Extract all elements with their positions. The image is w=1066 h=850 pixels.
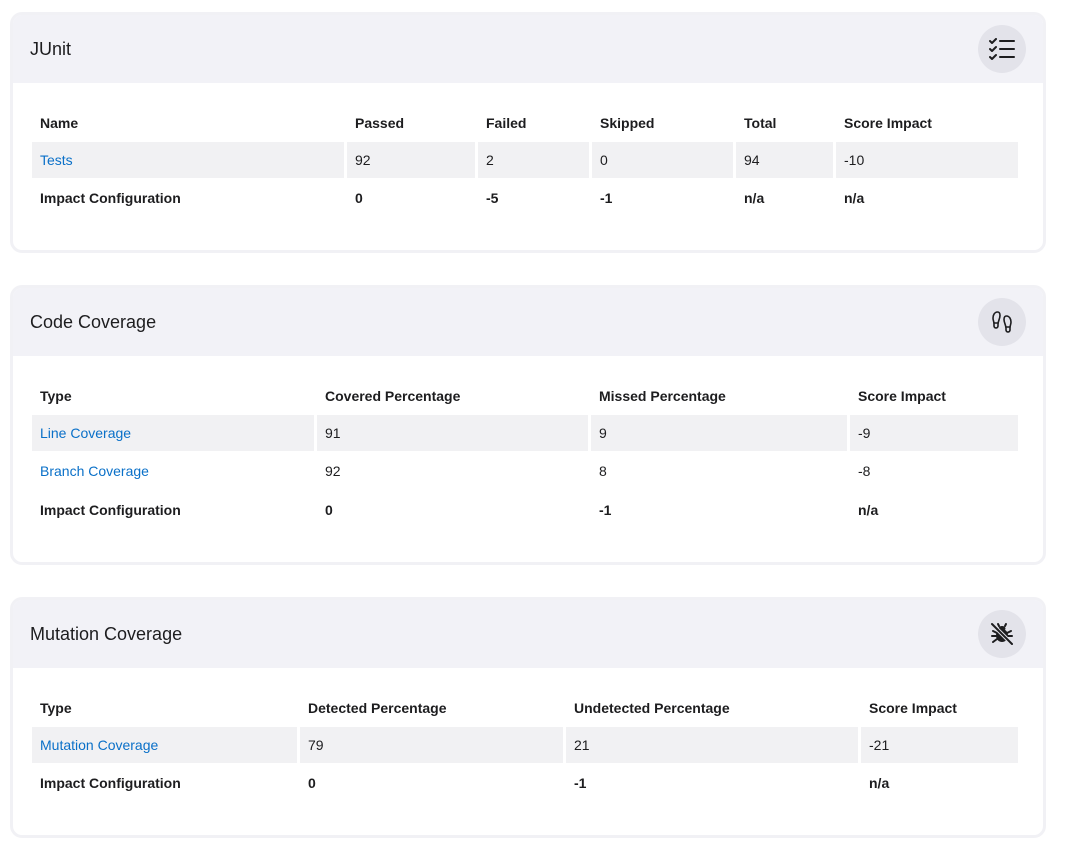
column-header: Total	[744, 114, 777, 131]
table-cell: 21	[566, 727, 858, 763]
table-cell: 8	[599, 462, 607, 479]
table-cell: Impact Configuration	[40, 501, 181, 518]
table-cell: 94	[736, 142, 833, 178]
table-cell: 92	[347, 142, 475, 178]
branch-coverage-link[interactable]: Branch Coverage	[32, 451, 314, 490]
code-coverage-card-header: Code Coverage	[13, 288, 1043, 356]
table-cell: -5	[486, 189, 499, 206]
code-coverage-title: Code Coverage	[30, 311, 157, 332]
table-cell: 0	[308, 774, 316, 791]
junit-card: JUnit Name Passed Failed Skipped Total S…	[10, 12, 1046, 253]
mutation-coverage-card: Mutation Coverage Type Detected Percenta…	[10, 597, 1046, 838]
mutation-coverage-table: Type Detected Percentage Undetected Perc…	[29, 688, 1021, 802]
table-cell: -8	[858, 462, 871, 479]
table-cell: -9	[850, 415, 1018, 451]
footprints-icon[interactable]	[978, 298, 1026, 346]
junit-title: JUnit	[30, 38, 72, 59]
impact-configuration-row: Impact Configuration 0 -1 n/a	[32, 490, 1018, 529]
table-cell: 0	[355, 189, 363, 206]
column-header: Detected Percentage	[308, 699, 447, 716]
junit-card-header: JUnit	[13, 15, 1043, 83]
table-cell: 0	[592, 142, 733, 178]
column-header: Undetected Percentage	[574, 699, 730, 716]
impact-configuration-row: Impact Configuration 0 -5 -1 n/a n/a	[32, 178, 1018, 217]
column-header: Failed	[486, 114, 527, 131]
column-header: Score Impact	[844, 114, 932, 131]
mutation-coverage-title: Mutation Coverage	[30, 623, 183, 644]
column-header: Missed Percentage	[599, 387, 726, 404]
table-cell: n/a	[869, 774, 890, 791]
impact-configuration-row: Impact Configuration 0 -1 n/a	[32, 763, 1018, 802]
table-header-row: Type Detected Percentage Undetected Perc…	[32, 688, 1018, 727]
code-coverage-table: Type Covered Percentage Missed Percentag…	[29, 376, 1021, 529]
checklist-icon[interactable]	[978, 25, 1026, 73]
junit-table: Name Passed Failed Skipped Total Score I…	[29, 103, 1021, 217]
table-row: Branch Coverage 92 8 -8	[32, 451, 1018, 490]
table-cell: -1	[574, 774, 587, 791]
tests-link[interactable]: Tests	[32, 142, 344, 178]
code-coverage-card: Code Coverage Type Covered Percentage Mi…	[10, 285, 1046, 565]
table-cell: 91	[317, 415, 588, 451]
column-header: Skipped	[600, 114, 655, 131]
column-header: Score Impact	[869, 699, 957, 716]
table-cell: Impact Configuration	[40, 774, 181, 791]
table-cell: 0	[325, 501, 333, 518]
column-header: Score Impact	[858, 387, 946, 404]
column-header: Passed	[355, 114, 405, 131]
table-header-row: Type Covered Percentage Missed Percentag…	[32, 376, 1018, 415]
table-cell: -1	[599, 501, 612, 518]
table-cell: 2	[478, 142, 589, 178]
column-header: Name	[40, 114, 79, 131]
table-header-row: Name Passed Failed Skipped Total Score I…	[32, 103, 1018, 142]
table-row: Mutation Coverage 79 21 -21	[32, 727, 1018, 763]
table-cell: n/a	[744, 189, 765, 206]
table-cell: 9	[591, 415, 847, 451]
table-row: Line Coverage 91 9 -9	[32, 415, 1018, 451]
table-cell: n/a	[858, 501, 879, 518]
table-cell: -21	[861, 727, 1018, 763]
table-row: Tests 92 2 0 94 -10	[32, 142, 1018, 178]
table-cell: Impact Configuration	[40, 189, 181, 206]
column-header: Type	[40, 699, 72, 716]
table-cell: -1	[600, 189, 613, 206]
line-coverage-link[interactable]: Line Coverage	[32, 415, 314, 451]
column-header: Covered Percentage	[325, 387, 461, 404]
mutation-coverage-link[interactable]: Mutation Coverage	[32, 727, 297, 763]
column-header: Type	[40, 387, 72, 404]
table-cell: 79	[300, 727, 563, 763]
table-cell: n/a	[844, 189, 865, 206]
table-cell: 92	[325, 462, 341, 479]
bug-off-icon[interactable]	[978, 610, 1026, 658]
table-cell: -10	[836, 142, 1018, 178]
mutation-coverage-card-header: Mutation Coverage	[13, 600, 1043, 668]
